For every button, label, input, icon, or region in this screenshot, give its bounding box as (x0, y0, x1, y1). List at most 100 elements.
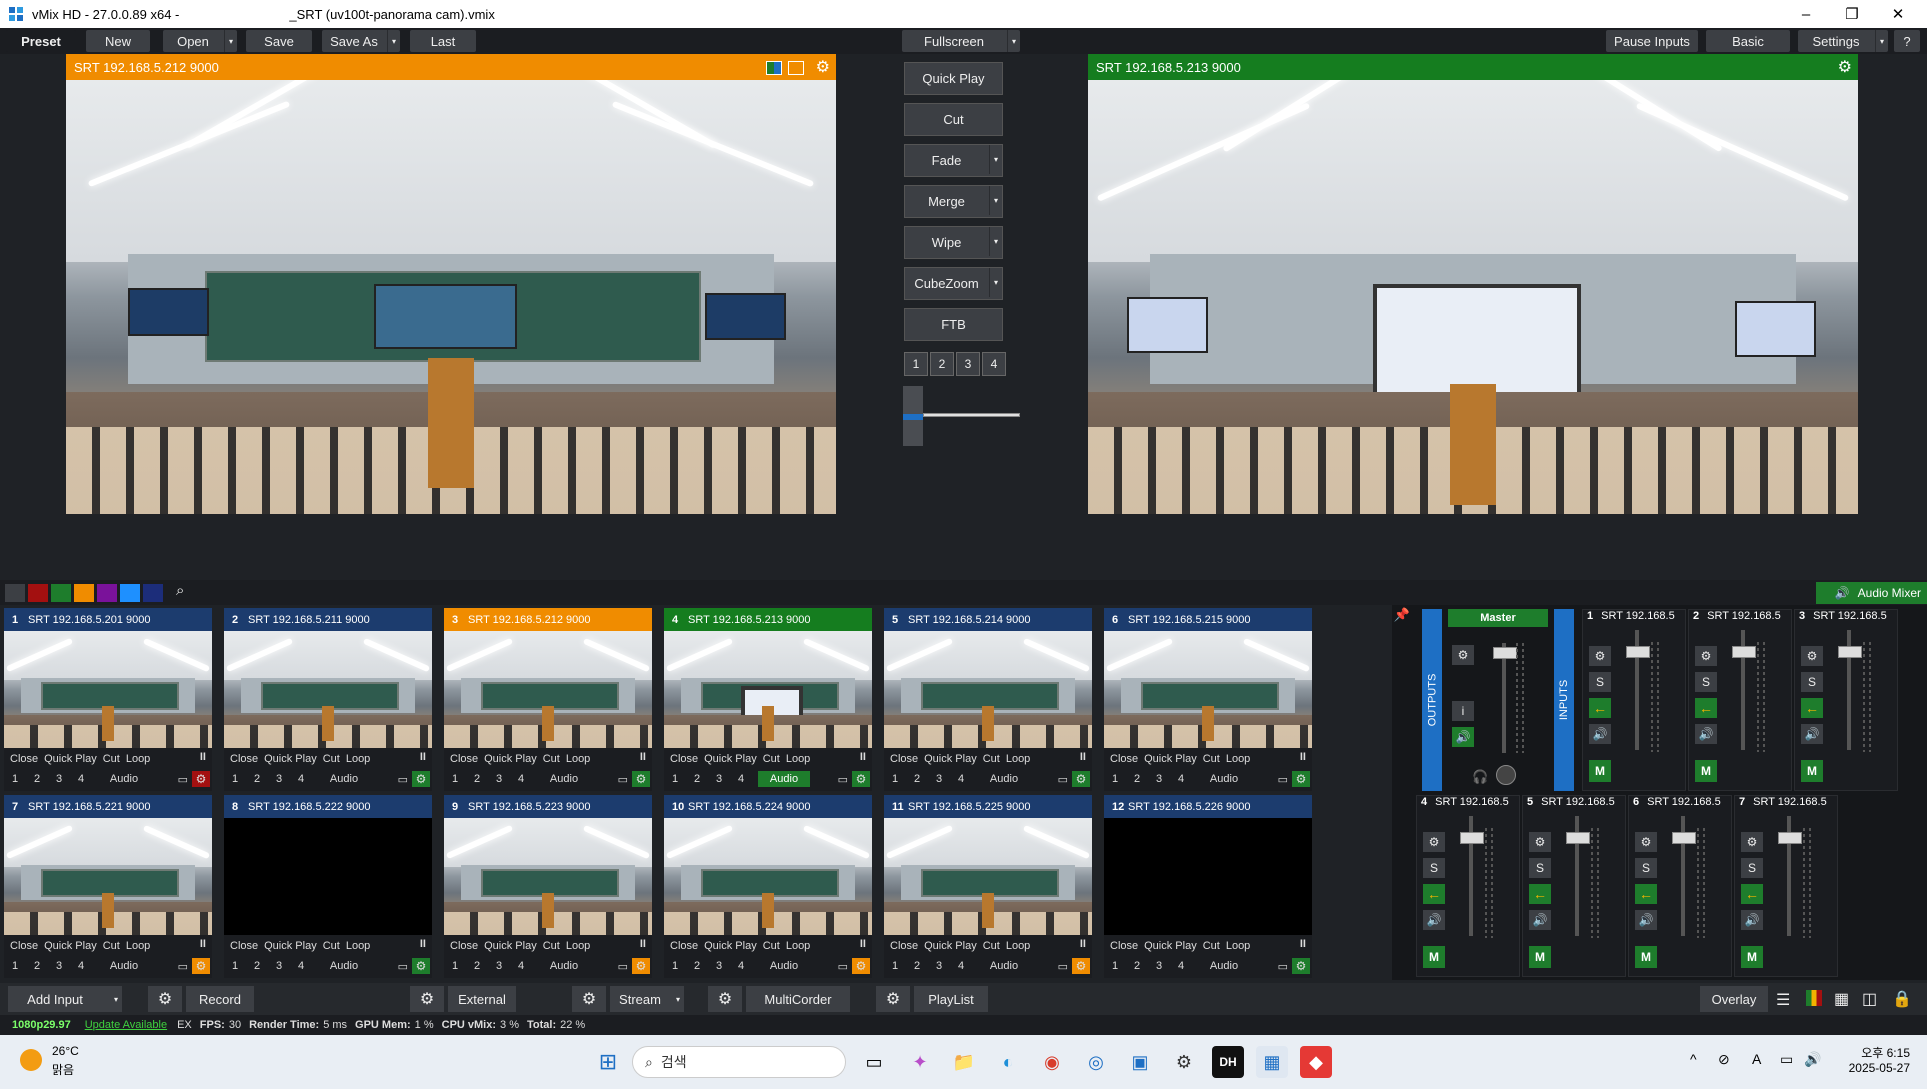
input-tile-header[interactable]: 2 SRT 192.168.5.211 9000 (224, 608, 432, 631)
audio-toggle-button[interactable]: Audio (978, 958, 1030, 974)
monitor-icon[interactable]: ▭ (1278, 773, 1288, 786)
chevron-down-icon[interactable]: ▾ (387, 30, 400, 52)
pause-icon[interactable]: II (860, 751, 866, 763)
gear-icon[interactable]: ⚙ (1452, 645, 1474, 665)
audio-toggle-button[interactable]: Audio (318, 771, 370, 787)
master-bus-button[interactable]: M (1695, 760, 1717, 782)
input-tile-header[interactable]: 11 SRT 192.168.5.225 9000 (884, 795, 1092, 818)
monitor-icon[interactable]: ▭ (398, 960, 408, 973)
layers-icon[interactable] (788, 61, 804, 75)
loop-input-button[interactable]: Loop (346, 940, 370, 952)
clock-date[interactable]: 2025-05-27 (1838, 1061, 1910, 1075)
monitor-icon[interactable]: ▭ (1058, 960, 1068, 973)
speaker-icon[interactable]: 🔊 (1589, 724, 1611, 744)
overlay-3-button[interactable]: 3 (1148, 960, 1170, 972)
pause-icon[interactable]: II (200, 751, 206, 763)
monitor-icon[interactable]: ▭ (1278, 960, 1288, 973)
speaker-icon[interactable]: 🔊 (1695, 724, 1717, 744)
input-tile-header[interactable]: 12 SRT 192.168.5.226 9000 (1104, 795, 1312, 818)
windows-start-icon[interactable]: ⊞ (592, 1046, 624, 1078)
snapshot-icon[interactable]: ◫ (1862, 989, 1877, 1009)
close-input-button[interactable]: Close (450, 940, 478, 952)
input-tile[interactable]: 3 SRT 192.168.5.212 9000 Close Quick Play Cu… (444, 608, 652, 791)
pause-icon[interactable]: II (860, 938, 866, 950)
help-button[interactable]: ? (1894, 30, 1920, 52)
input-tile[interactable]: 5 SRT 192.168.5.214 9000 Close Quick Play Cu… (884, 608, 1092, 791)
input-tile-header[interactable]: 7 SRT 192.168.5.221 9000 (4, 795, 212, 818)
overlay-2-button[interactable]: 2 (906, 960, 928, 972)
clock-time[interactable]: 오후 6:15 (1838, 1044, 1910, 1061)
bus-arrow-icon[interactable]: ← (1801, 698, 1823, 718)
chevron-down-icon[interactable]: ▾ (989, 268, 1002, 297)
anydesk-icon[interactable]: ◆ (1300, 1046, 1332, 1078)
color-filter-navy[interactable] (143, 584, 163, 602)
cut-input-button[interactable]: Cut (763, 753, 780, 765)
overlay-1-button[interactable]: 1 (224, 773, 246, 785)
stream-settings-gear-icon[interactable]: ⚙ (572, 986, 606, 1012)
record-button[interactable]: Record (186, 986, 254, 1012)
quick-play-input-button[interactable]: Quick Play (704, 753, 757, 765)
multicorder-button[interactable]: MultiCorder (746, 986, 850, 1012)
input-tile[interactable]: 7 SRT 192.168.5.221 9000 Close Quick Play Cu… (4, 795, 212, 978)
overlay-2-button[interactable]: 2 (686, 960, 708, 972)
audio-toggle-button[interactable]: Audio (1198, 958, 1250, 974)
overlay-4-button[interactable]: 4 (70, 960, 92, 972)
audio-toggle-button[interactable]: Audio (538, 771, 590, 787)
overlay-3-button[interactable]: 3 (708, 960, 730, 972)
overlay-3-button[interactable]: 3 (48, 960, 70, 972)
close-input-button[interactable]: Close (450, 753, 478, 765)
levels-icon[interactable] (1806, 990, 1822, 1006)
headphone-volume-knob[interactable] (1496, 765, 1516, 785)
overlay-2-button[interactable]: 2 (906, 773, 928, 785)
input-tile-header[interactable]: 6 SRT 192.168.5.215 9000 (1104, 608, 1312, 631)
color-filter-purple[interactable] (97, 584, 117, 602)
open-button[interactable]: Open ▾ (163, 30, 237, 52)
master-bus-button[interactable]: M (1589, 760, 1611, 782)
pause-icon[interactable]: II (640, 751, 646, 763)
monitor-icon[interactable]: ▭ (1058, 773, 1068, 786)
bus-arrow-icon[interactable]: ← (1695, 698, 1717, 718)
master-fader-knob[interactable] (1493, 647, 1517, 659)
store-icon[interactable]: ▣ (1124, 1046, 1156, 1078)
outputs-tab[interactable]: OUTPUTS (1422, 609, 1442, 791)
input-tile[interactable]: 6 SRT 192.168.5.215 9000 Close Quick Play Cu… (1104, 608, 1312, 791)
transition-3-button[interactable]: 3 (956, 352, 980, 376)
input-thumbnail[interactable] (884, 818, 1092, 935)
gear-icon[interactable]: ⚙ (1423, 832, 1445, 852)
cut-input-button[interactable]: Cut (323, 940, 340, 952)
quick-play-input-button[interactable]: Quick Play (1144, 753, 1197, 765)
close-input-button[interactable]: Close (890, 753, 918, 765)
input-tile-header[interactable]: 3 SRT 192.168.5.212 9000 (444, 608, 652, 631)
cut-input-button[interactable]: Cut (103, 940, 120, 952)
cut-input-button[interactable]: Cut (1203, 940, 1220, 952)
volume-icon[interactable]: 🔊 (1804, 1051, 1821, 1068)
close-input-button[interactable]: Close (10, 753, 38, 765)
vmix-taskbar-icon[interactable]: ▦ (1256, 1046, 1288, 1078)
input-thumbnail[interactable] (664, 631, 872, 748)
solo-button[interactable]: S (1695, 672, 1717, 692)
input-tile[interactable]: 1 SRT 192.168.5.201 9000 Close Quick Play Cu… (4, 608, 212, 791)
overlay-1-button[interactable]: 1 (444, 773, 466, 785)
overlay-button[interactable]: Overlay (1700, 986, 1768, 1012)
audio-toggle-button[interactable]: Audio (758, 771, 810, 787)
audio-toggle-button[interactable]: Audio (98, 958, 150, 974)
transition-1-button[interactable]: 1 (904, 352, 928, 376)
overlay-1-button[interactable]: 1 (664, 960, 686, 972)
color-filter-green[interactable] (51, 584, 71, 602)
overlay-1-button[interactable]: 1 (4, 960, 26, 972)
input-tile[interactable]: 2 SRT 192.168.5.211 9000 Close Quick Play Cu… (224, 608, 432, 791)
update-link[interactable]: Update Available (85, 1019, 167, 1031)
overlay-4-button[interactable]: 4 (510, 960, 532, 972)
list-view-icon[interactable]: ☰ (1776, 990, 1790, 1010)
cut-input-button[interactable]: Cut (103, 753, 120, 765)
chevron-down-icon[interactable]: ▾ (989, 186, 1002, 215)
input-tile[interactable]: 12 SRT 192.168.5.226 9000 Close Quick Play C… (1104, 795, 1312, 978)
merge-button[interactable]: Merge ▾ (904, 185, 1003, 218)
display-icon[interactable]: ▭ (1780, 1051, 1793, 1068)
loop-input-button[interactable]: Loop (1006, 753, 1030, 765)
quick-play-button[interactable]: Quick Play (904, 62, 1003, 95)
close-window-button[interactable]: ✕ (1875, 0, 1921, 28)
overlay-4-button[interactable]: 4 (950, 960, 972, 972)
audio-toggle-button[interactable]: Audio (1198, 771, 1250, 787)
input-tile[interactable]: 11 SRT 192.168.5.225 9000 Close Quick Play C… (884, 795, 1092, 978)
